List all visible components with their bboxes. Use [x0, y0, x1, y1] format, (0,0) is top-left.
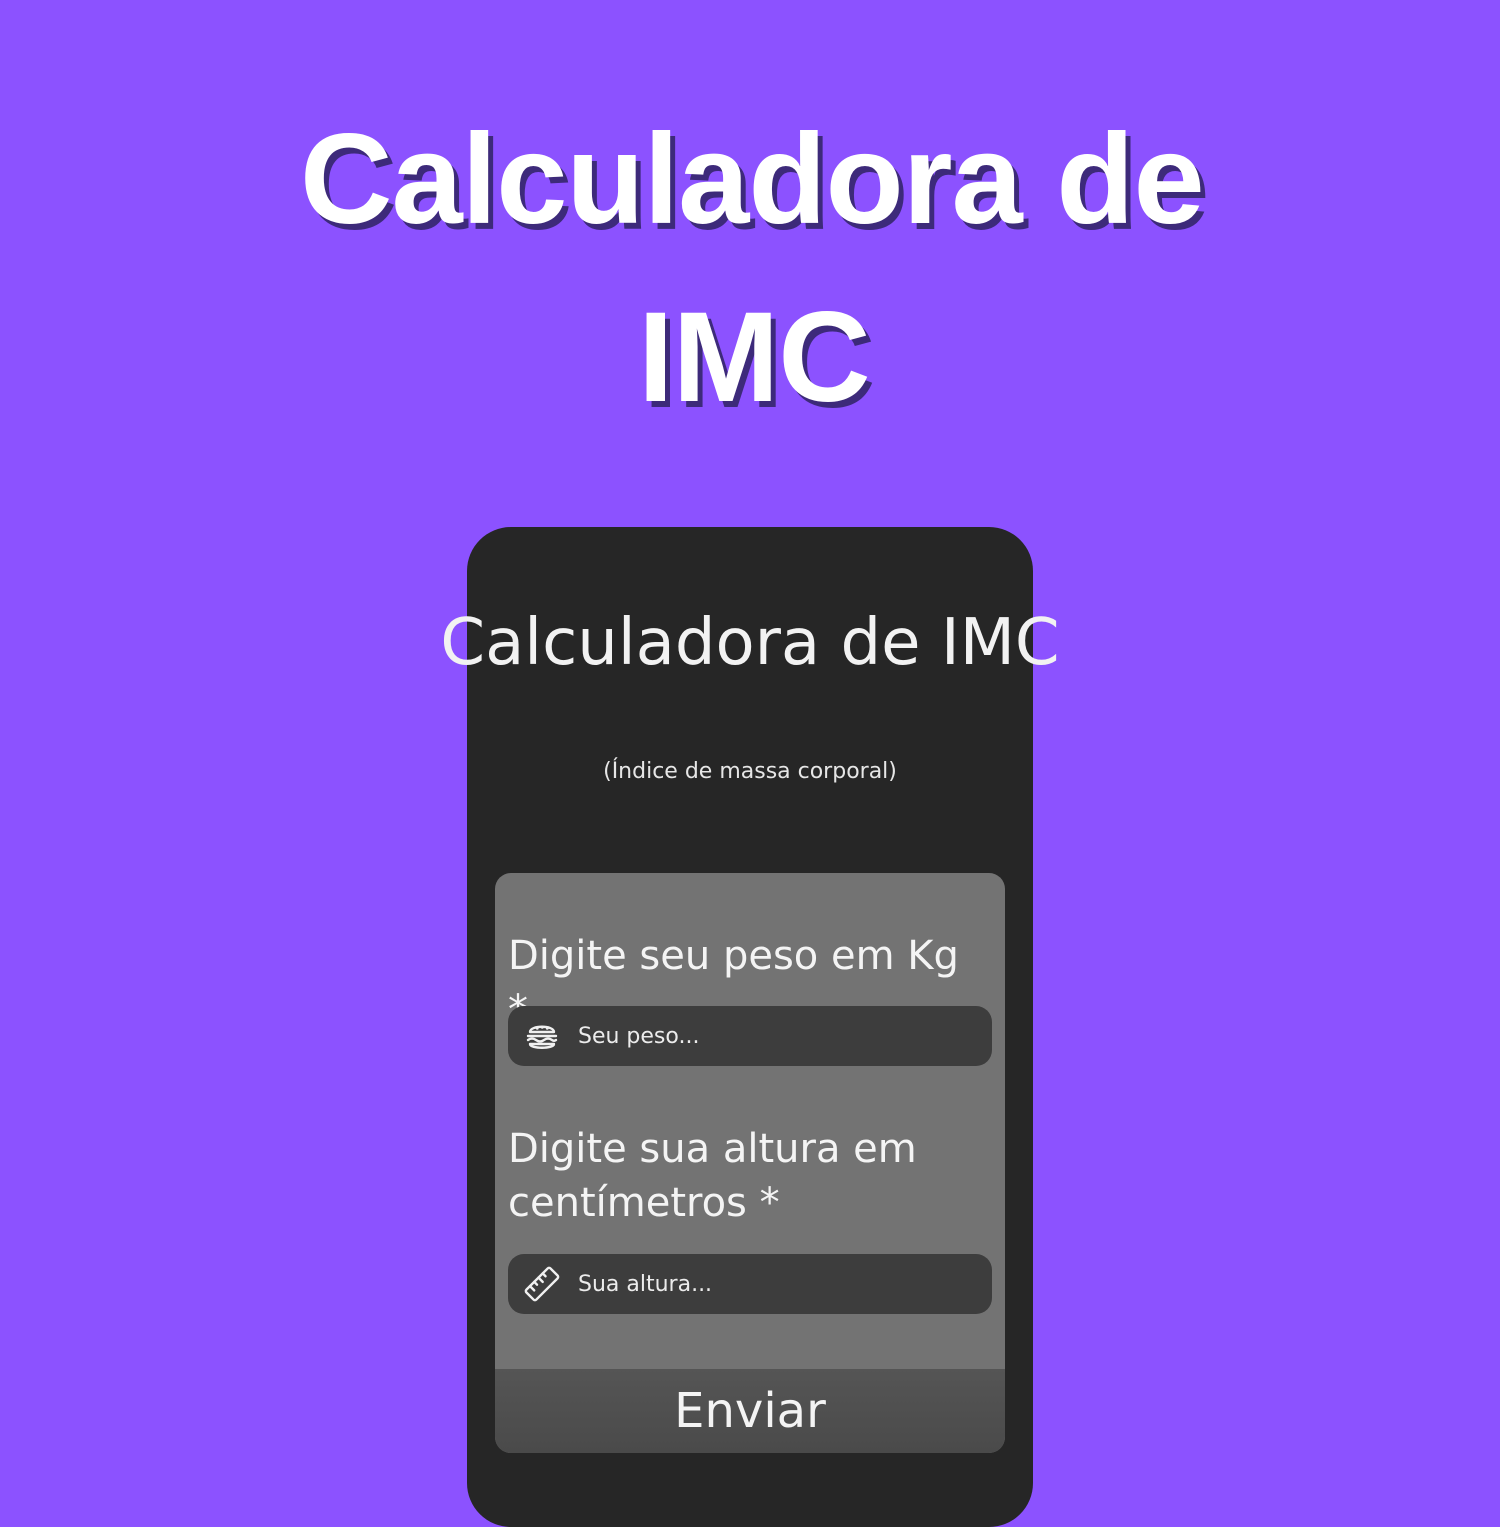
- card-title: Calculadora de IMC: [440, 606, 1060, 680]
- ruler-icon: [524, 1266, 560, 1302]
- weight-input[interactable]: [578, 1006, 978, 1066]
- hero-title-line2: IMC: [638, 286, 871, 429]
- hero-title-line1: Calculadora de: [300, 108, 1205, 251]
- weight-input-container[interactable]: [508, 1006, 992, 1066]
- height-label: Digite sua altura em centímetros *: [508, 1126, 917, 1226]
- submit-button[interactable]: Enviar: [495, 1369, 1005, 1453]
- height-input-container[interactable]: [508, 1254, 992, 1314]
- height-input[interactable]: [578, 1254, 978, 1314]
- card-subtitle: (Índice de massa corporal): [603, 759, 897, 784]
- burger-icon: [526, 1025, 558, 1049]
